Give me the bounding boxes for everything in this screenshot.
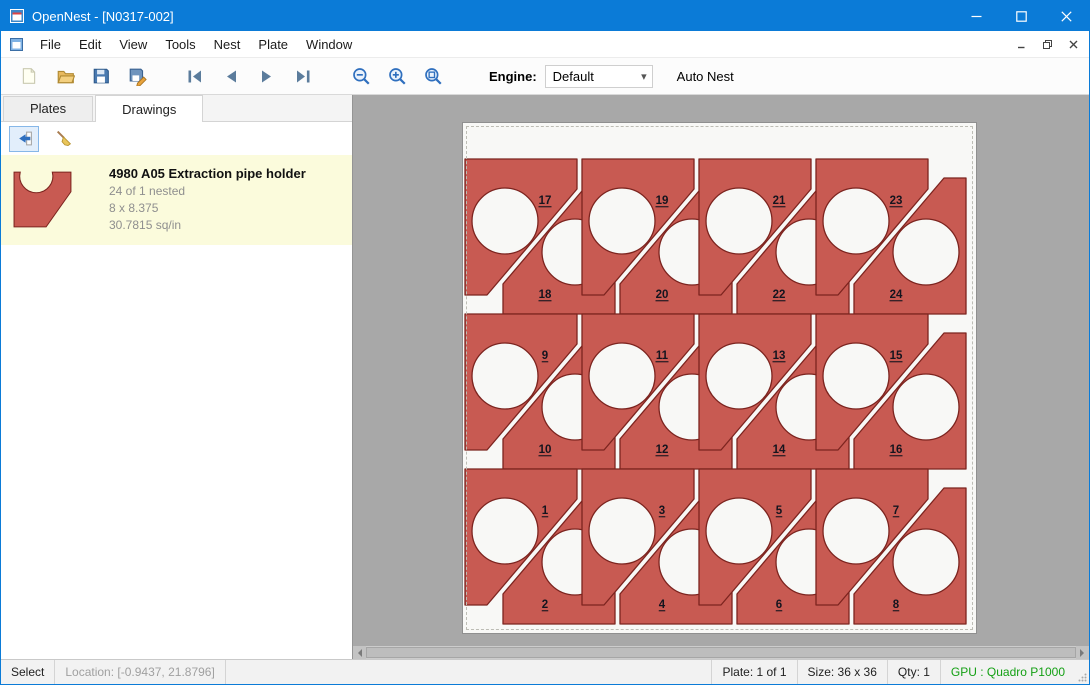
sidebar: Plates Drawings — [1, 95, 353, 659]
nested-pair-7-8[interactable]: 78 — [816, 469, 966, 624]
drawing-area: 30.7815 sq/in — [109, 217, 306, 234]
save-edit-icon[interactable] — [119, 61, 155, 91]
zoom-extents-icon[interactable] — [415, 61, 451, 91]
part-number-label: 10 — [539, 444, 552, 456]
part-number-label: 7 — [893, 505, 899, 517]
engine-value: Default — [553, 69, 594, 84]
part-number-label: 14 — [773, 444, 786, 456]
send-to-plate-button[interactable] — [9, 126, 39, 152]
part-number-label: 12 — [656, 444, 669, 456]
status-gpu: GPU : Quadro P1000 — [940, 660, 1075, 684]
plate-sheet[interactable]: 171819202122232491011121314151612345678 — [462, 122, 977, 634]
menu-edit[interactable]: Edit — [70, 33, 110, 56]
part-number-label: 22 — [773, 289, 786, 301]
mdi-close-icon[interactable] — [1060, 33, 1086, 55]
app-icon — [9, 8, 25, 24]
menu-nest[interactable]: Nest — [205, 33, 250, 56]
scroll-left-icon[interactable] — [353, 646, 366, 659]
part-number-label: 16 — [890, 444, 903, 456]
part-number-label: 9 — [542, 350, 548, 362]
new-icon[interactable] — [11, 61, 47, 91]
go-previous-icon[interactable] — [213, 61, 249, 91]
drawing-nested-count: 24 of 1 nested — [109, 183, 306, 200]
drawing-list-item[interactable]: 4980 A05 Extraction pipe holder 24 of 1 … — [1, 155, 352, 245]
status-plate: Plate: 1 of 1 — [711, 660, 796, 684]
open-icon[interactable] — [47, 61, 83, 91]
close-icon[interactable] — [1044, 1, 1089, 31]
part-number-label: 17 — [539, 195, 552, 207]
mdi-minimize-icon[interactable] — [1008, 33, 1034, 55]
app-window: OpenNest - [N0317-002] File Edit View To… — [0, 0, 1090, 685]
drawing-info: 4980 A05 Extraction pipe holder 24 of 1 … — [109, 165, 306, 235]
part-number-label: 18 — [539, 289, 552, 301]
save-icon[interactable] — [83, 61, 119, 91]
status-qty: Qty: 1 — [887, 660, 940, 684]
maximize-icon[interactable] — [999, 1, 1044, 31]
drawings-toolbar — [1, 122, 352, 155]
drawing-size: 8 x 8.375 — [109, 200, 306, 217]
tab-drawings[interactable]: Drawings — [95, 95, 203, 122]
part-number-label: 20 — [656, 289, 669, 301]
window-title: OpenNest - [N0317-002] — [32, 9, 174, 24]
nested-pair-23-24[interactable]: 23 24 — [816, 159, 966, 314]
send-to-plate-icon — [16, 130, 33, 147]
go-first-icon[interactable] — [177, 61, 213, 91]
part-number-label: 15 — [890, 350, 903, 362]
nest-drawing: 171819202122232491011121314151612345678 — [463, 123, 976, 633]
scrollbar-thumb[interactable] — [366, 647, 1076, 658]
menu-plate[interactable]: Plate — [249, 33, 297, 56]
status-size: Size: 36 x 36 — [797, 660, 887, 684]
window-controls — [954, 1, 1089, 31]
drawing-title: 4980 A05 Extraction pipe holder — [109, 165, 306, 183]
part-number-label: 3 — [659, 505, 665, 517]
document-icon — [9, 37, 24, 52]
part-number-label: 6 — [776, 599, 782, 611]
tab-plates[interactable]: Plates — [3, 96, 93, 121]
mdi-window-controls — [1008, 33, 1086, 55]
zoom-out-icon[interactable] — [343, 61, 379, 91]
chevron-down-icon: ▾ — [641, 70, 647, 83]
auto-nest-button[interactable]: Auto Nest — [677, 69, 734, 84]
menu-file[interactable]: File — [31, 33, 70, 56]
mdi-restore-icon[interactable] — [1034, 33, 1060, 55]
part-number-label: 8 — [893, 599, 900, 611]
menu-window[interactable]: Window — [297, 33, 361, 56]
scroll-right-icon[interactable] — [1076, 646, 1089, 659]
nest-canvas[interactable]: 171819202122232491011121314151612345678 — [353, 95, 1089, 659]
menu-tools[interactable]: Tools — [156, 33, 204, 56]
part-number-label: 2 — [542, 599, 548, 611]
broom-icon — [55, 130, 72, 147]
resize-grip[interactable] — [1075, 660, 1089, 684]
part-number-label: 1 — [542, 505, 549, 517]
sidebar-tabs: Plates Drawings — [1, 95, 352, 122]
go-last-icon[interactable] — [285, 61, 321, 91]
part-number-label: 13 — [773, 350, 786, 362]
horizontal-scrollbar[interactable] — [353, 646, 1089, 659]
title-bar: OpenNest - [N0317-002] — [1, 1, 1089, 31]
clean-brush-button[interactable] — [48, 126, 78, 152]
main-toolbar: Engine: Default ▾ Auto Nest — [1, 58, 1089, 95]
zoom-in-icon[interactable] — [379, 61, 415, 91]
status-bar: Select Location: [-0.9437, 21.8796] Plat… — [1, 659, 1089, 684]
part-number-label: 4 — [659, 599, 666, 611]
nested-pair-15-16[interactable]: 1516 — [816, 314, 966, 469]
part-number-label: 23 — [890, 195, 903, 207]
minimize-icon[interactable] — [954, 1, 999, 31]
content-area: Plates Drawings — [1, 95, 1089, 659]
part-number-label: 24 — [890, 289, 903, 301]
status-location: Location: [-0.9437, 21.8796] — [55, 660, 225, 684]
status-mode: Select — [1, 660, 55, 684]
go-next-icon[interactable] — [249, 61, 285, 91]
part-number-label: 21 — [773, 195, 786, 207]
engine-label: Engine: — [489, 69, 537, 84]
part-number-label: 19 — [656, 195, 669, 207]
part-thumbnail — [13, 165, 75, 235]
engine-select[interactable]: Default ▾ — [545, 65, 653, 88]
part-number-label: 5 — [776, 505, 783, 517]
part-number-label: 11 — [656, 350, 669, 362]
menu-bar: File Edit View Tools Nest Plate Window — [1, 31, 1089, 58]
menu-view[interactable]: View — [110, 33, 156, 56]
